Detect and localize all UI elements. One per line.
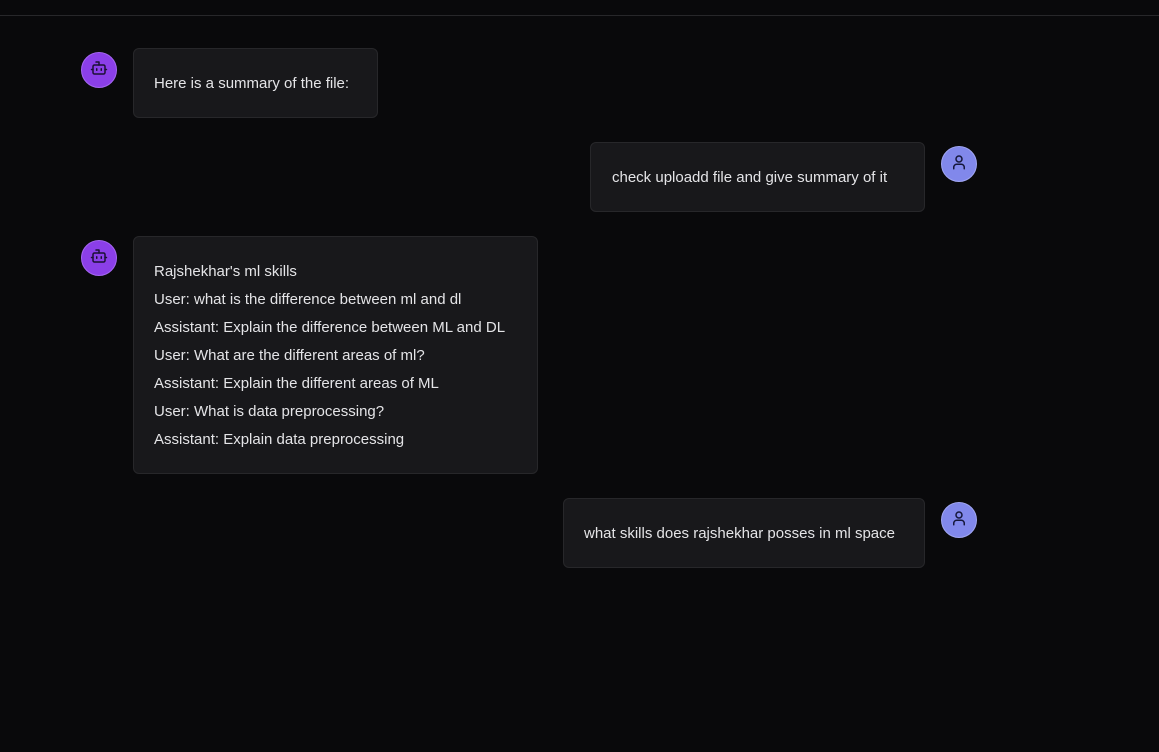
user-icon	[950, 509, 968, 532]
message-text: what skills does rajshekhar posses in ml…	[584, 525, 895, 542]
chat-thread: Here is a summary of the file: check upl…	[0, 0, 1159, 752]
message-line: User: What is data preprocessing?	[154, 403, 385, 420]
message-text: check uploadd file and give summary of i…	[612, 169, 888, 186]
message-line: User: What are the different areas of ml…	[154, 347, 425, 364]
message-text: Here is a summary of the file:	[154, 75, 350, 92]
user-message: check uploadd file and give summary of i…	[590, 142, 925, 212]
user-icon	[950, 153, 968, 176]
bot-icon	[90, 247, 108, 270]
assistant-message: Here is a summary of the file:	[133, 48, 378, 118]
message-line: Rajshekhar's ml skills	[154, 263, 297, 280]
bot-avatar	[81, 240, 117, 276]
message-line: Assistant: Explain the different areas o…	[154, 375, 439, 392]
message-line: User: what is the difference between ml …	[154, 291, 462, 308]
assistant-message: Rajshekhar's ml skills User: what is the…	[133, 236, 538, 474]
bot-icon	[90, 59, 108, 82]
user-avatar	[941, 146, 977, 182]
bot-avatar	[81, 52, 117, 88]
message-line: Assistant: Explain data preprocessing	[154, 431, 405, 448]
user-message: what skills does rajshekhar posses in ml…	[563, 498, 925, 568]
user-avatar	[941, 502, 977, 538]
message-line: Assistant: Explain the difference betwee…	[154, 319, 506, 336]
